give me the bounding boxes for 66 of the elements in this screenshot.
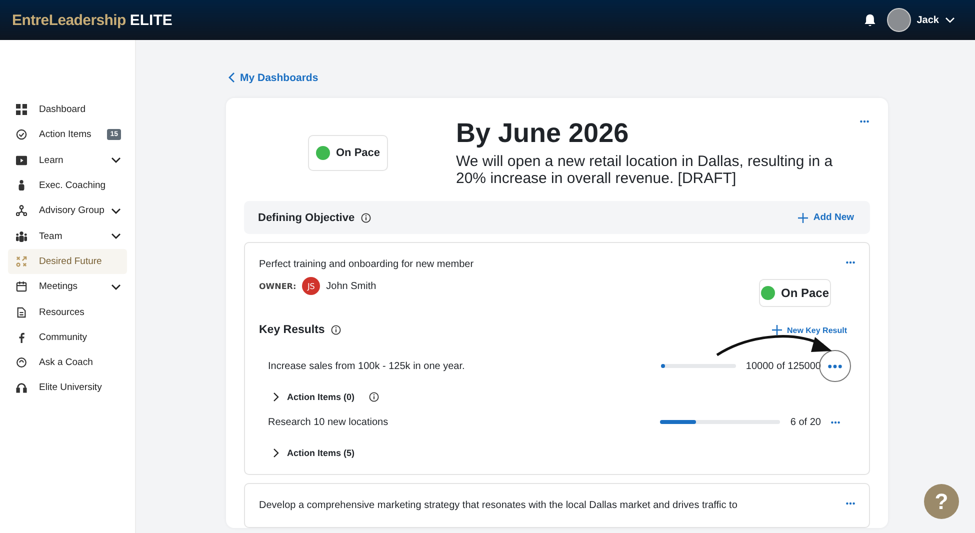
sidebar-item[interactable]: Community — [8, 324, 127, 350]
sidebar-item[interactable]: Dashboard — [8, 97, 127, 122]
objective-title: Perfect training and onboarding for new member — [259, 259, 474, 270]
chevron-down-icon[interactable] — [111, 157, 121, 164]
status-badge: On Pace — [759, 279, 831, 307]
chevron-down-icon[interactable] — [111, 284, 121, 290]
goal-description: We will open a new retail location in Dallas, resulting in a 20% increase in overall revenue. [DRAFT] — [456, 153, 834, 187]
sidebar-item[interactable]: Meetings — [8, 274, 127, 300]
user-name[interactable]: Jack — [916, 14, 939, 26]
info-icon[interactable] — [330, 325, 341, 335]
chevron-down-icon[interactable] — [111, 208, 121, 214]
sidebar-item[interactable]: Elite University — [8, 375, 127, 401]
more-options-icon[interactable] — [860, 120, 869, 123]
logo-tier-text: ELITE — [130, 12, 172, 28]
action-items-toggle[interactable]: Action Items (0) — [287, 392, 355, 402]
key-result-name: Research 10 new locations — [268, 416, 390, 428]
owner-label: OWNER: — [259, 282, 296, 290]
sidebar-item[interactable]: Ask a Coach — [8, 350, 127, 376]
new-key-result-button[interactable]: New Key Result — [772, 325, 847, 335]
status-dot — [760, 286, 775, 300]
more-options-icon[interactable] — [846, 261, 855, 264]
sidebar-item[interactable]: Advisory Group — [8, 198, 127, 224]
add-new-button[interactable]: Add New — [798, 212, 854, 223]
plus-icon — [798, 212, 808, 222]
section-title: Defining Objective — [258, 212, 355, 224]
progress-reading: 6 of 20 — [790, 416, 821, 428]
goal-title: By June 2026 — [456, 117, 630, 150]
headset-icon — [16, 382, 27, 394]
owner-avatar: JS — [302, 277, 320, 295]
play-icon — [16, 154, 27, 166]
bell-icon[interactable] — [862, 12, 877, 28]
sidebar-item[interactable]: Learn — [8, 148, 127, 173]
facebook-icon — [16, 332, 27, 343]
info-icon[interactable] — [368, 392, 379, 402]
sidebar-item[interactable]: Desired Future — [8, 248, 127, 274]
grid-icon — [16, 104, 27, 116]
doc-icon — [16, 306, 27, 318]
key-result-name: Increase sales from 100k - 125k in one year. — [268, 360, 466, 372]
status-badge: On Pace — [308, 135, 388, 171]
more-options-icon[interactable] — [828, 364, 842, 368]
network-icon — [16, 205, 27, 216]
key-results-title: Key Results — [259, 324, 325, 336]
action-items-toggle[interactable]: Action Items (5) — [287, 448, 355, 458]
avatar-icon[interactable] — [886, 8, 911, 32]
back-link[interactable]: My Dashboards — [228, 72, 318, 84]
chat-icon — [16, 357, 27, 368]
sidebar-item[interactable]: Exec. Coaching — [8, 172, 127, 198]
calendar-icon — [16, 281, 27, 292]
team-icon — [16, 230, 27, 242]
more-options-icon[interactable] — [846, 502, 855, 505]
plus-icon — [772, 325, 782, 335]
chevron-right-icon[interactable] — [273, 392, 279, 402]
more-options-icon[interactable] — [830, 420, 840, 424]
sidebar-item[interactable]: Team — [8, 223, 127, 249]
sidebar-item[interactable]: Resources — [8, 299, 127, 325]
logo-wordmark[interactable]: EntreLeadership — [12, 12, 126, 28]
future-icon — [16, 256, 27, 267]
objective-title: Develop a comprehensive marketing strategy that resonates with the local Dallas market and drives traffic to — [259, 500, 738, 511]
chevron-right-icon[interactable] — [273, 448, 279, 458]
info-icon[interactable] — [360, 212, 371, 222]
check-icon — [16, 129, 27, 140]
person-icon — [16, 180, 27, 192]
chevron-left-icon[interactable] — [228, 72, 235, 83]
status-dot — [316, 146, 330, 160]
chevron-down-icon[interactable] — [111, 233, 121, 240]
owner-name: John Smith — [326, 280, 376, 292]
